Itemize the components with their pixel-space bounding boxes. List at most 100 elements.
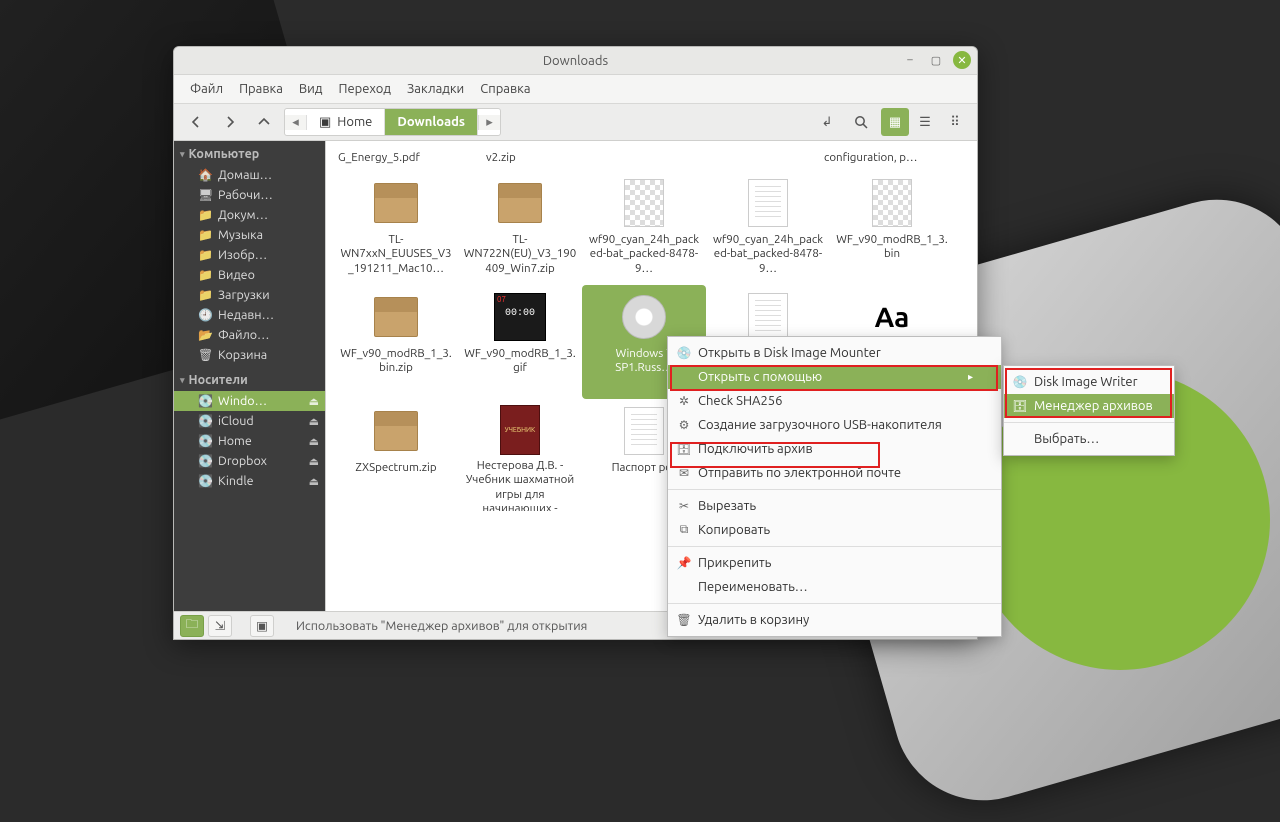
context-item[interactable]: ⧉Копировать [668, 518, 1001, 542]
context-item-label: Создание загрузочного USB-накопителя [698, 418, 942, 432]
sidebar-item[interactable]: 🗑Корзина [174, 345, 325, 365]
file-label: wf90_cyan_24h_packed-bat_packed-8478-9… [586, 233, 702, 276]
context-item-icon: ⚙ [676, 418, 692, 432]
file-item[interactable]: G_Energy_5.pdf [334, 145, 482, 171]
menu-help[interactable]: Справка [474, 80, 536, 98]
path-scroll-left[interactable]: ◂ [285, 115, 307, 130]
sidebar-item[interactable]: 📁Докум… [174, 205, 325, 225]
menu-view[interactable]: Вид [293, 80, 329, 98]
context-item[interactable]: 🗑Удалить в корзину [668, 608, 1001, 632]
sidebar-header-computer[interactable]: Компьютер [174, 143, 325, 165]
file-item[interactable]: ZXSpectrum.zip [334, 399, 458, 513]
file-item[interactable]: WF_v90_modRB_1_3.bin.zip [334, 285, 458, 399]
file-item[interactable]: TL-WN722N(EU)_V3_190409_Win7.zip [458, 171, 582, 285]
path-crumb-current[interactable]: Downloads [385, 109, 478, 135]
sidebar-item[interactable]: 🏠Домаш… [174, 165, 325, 185]
sidebar-item[interactable]: 🕘Недавн… [174, 305, 325, 325]
file-item[interactable]: configuration, p… [820, 145, 968, 171]
sidebar-item[interactable]: 📁Загрузки [174, 285, 325, 305]
sidebar: Компьютер 🏠Домаш…🖥Рабочи…📁Докум…📁Музыка📁… [174, 141, 326, 611]
file-label: configuration, p… [824, 151, 917, 165]
sidebar-item[interactable]: 📂Файло… [174, 325, 325, 345]
status-tree-icon[interactable]: ⇲ [208, 615, 232, 637]
context-item[interactable]: Выбрать… [1004, 427, 1174, 451]
context-item[interactable]: 🗄Подключить архив [668, 437, 1001, 461]
toggle-location-icon[interactable]: ↲ [813, 108, 841, 136]
file-label: WF_v90_modRB_1_3.bin.zip [338, 347, 454, 376]
file-label: G_Energy_5.pdf [338, 151, 420, 165]
view-icons[interactable]: ▦ [881, 108, 909, 136]
sidebar-item-label: Корзина [218, 348, 267, 362]
view-list[interactable]: ☰ [911, 108, 939, 136]
file-label: wf90_cyan_24h_packed-bat_packed-8478-9… [710, 233, 826, 276]
context-item-icon: 📌 [676, 556, 692, 570]
eject-icon[interactable]: ⏏ [309, 435, 319, 448]
context-item[interactable]: Открыть с помощью▸ [668, 365, 1001, 389]
file-item[interactable]: WF_v90_modRB_1_3.gif [458, 285, 582, 399]
sidebar-item[interactable]: 💽Windo…⏏ [174, 391, 325, 411]
context-item[interactable]: Переименовать… [668, 575, 1001, 599]
file-item[interactable]: v2.zip [482, 145, 630, 171]
sidebar-item-icon: 📁 [198, 288, 212, 302]
path-crumb-home[interactable]: ▣ Home [307, 109, 385, 135]
path-scroll-right[interactable]: ▸ [478, 115, 500, 130]
status-places-icon[interactable]: 🗀 [180, 615, 204, 637]
menu-go[interactable]: Переход [332, 80, 397, 98]
sidebar-item[interactable]: 📁Изобр… [174, 245, 325, 265]
file-item[interactable]: WF_v90_modRB_1_3.bin [830, 171, 954, 285]
menu-bookmarks[interactable]: Закладки [401, 80, 470, 98]
file-thumb [369, 405, 423, 457]
search-icon[interactable] [847, 108, 875, 136]
sidebar-item[interactable]: 💽Dropbox⏏ [174, 451, 325, 471]
context-item[interactable]: ✲Check SHA256 [668, 389, 1001, 413]
sidebar-item[interactable]: 🖥Рабочи… [174, 185, 325, 205]
nav-forward[interactable] [216, 108, 244, 136]
window-maximize[interactable]: ▢ [927, 51, 945, 69]
pathbar: ◂ ▣ Home Downloads ▸ [284, 108, 501, 136]
file-label: WF_v90_modRB_1_3.bin [834, 233, 950, 262]
sidebar-item-label: Домаш… [218, 168, 272, 182]
sidebar-item-label: Рабочи… [218, 188, 273, 202]
file-item[interactable]: wf90_cyan_24h_packed-bat_packed-8478-9… [582, 171, 706, 285]
window-minimize[interactable]: – [901, 51, 919, 69]
menu-edit[interactable]: Правка [233, 80, 289, 98]
sidebar-item[interactable]: 📁Видео [174, 265, 325, 285]
context-item-icon: ✉ [676, 466, 692, 480]
sidebar-item-label: Файло… [218, 328, 269, 342]
eject-icon[interactable]: ⏏ [309, 395, 319, 408]
window-close[interactable]: ✕ [953, 51, 971, 69]
eject-icon[interactable]: ⏏ [309, 475, 319, 488]
nav-up[interactable] [250, 108, 278, 136]
sidebar-item[interactable]: 💽Kindle⏏ [174, 471, 325, 491]
context-item[interactable]: 🗄Менеджер архивов [1004, 394, 1174, 418]
sidebar-header-media[interactable]: Носители [174, 369, 325, 391]
titlebar[interactable]: Downloads – ▢ ✕ [174, 47, 977, 75]
context-item-label: Переименовать… [698, 580, 808, 594]
sidebar-item-label: Видео [218, 268, 255, 282]
nav-back[interactable] [182, 108, 210, 136]
sidebar-item[interactable]: 📁Музыка [174, 225, 325, 245]
file-item[interactable]: wf90_cyan_24h_packed-bat_packed-8478-9… [706, 171, 830, 285]
menu-file[interactable]: Файл [184, 80, 229, 98]
context-item[interactable]: 📌Прикрепить [668, 551, 1001, 575]
file-item[interactable]: УЧЕБНИКНестерова Д.В. - Учебник шахматно… [458, 399, 582, 513]
file-label: WF_v90_modRB_1_3.gif [462, 347, 578, 376]
view-compact[interactable]: ⠿ [941, 108, 969, 136]
sidebar-item[interactable]: 💽iCloud⏏ [174, 411, 325, 431]
file-thumb [369, 177, 423, 229]
submenu-arrow-icon: ▸ [950, 371, 973, 383]
context-item[interactable]: ✂Вырезать [668, 494, 1001, 518]
status-extra-icon[interactable]: ▣ [250, 615, 274, 637]
context-item-label: Отправить по электронной почте [698, 466, 901, 480]
context-item[interactable]: ✉ Отправить по электронной почте [668, 461, 1001, 485]
context-item-label: Подключить архив [698, 442, 813, 456]
file-thumb [865, 177, 919, 229]
file-item[interactable]: TL-WN7xxN_EUUSES_V3_191211_Mac10… [334, 171, 458, 285]
eject-icon[interactable]: ⏏ [309, 415, 319, 428]
context-item[interactable]: 💿Disk Image Writer [1004, 370, 1174, 394]
context-item[interactable]: ⚙ Создание загрузочного USB-накопителя [668, 413, 1001, 437]
sidebar-item-label: Музыка [218, 228, 263, 242]
sidebar-item[interactable]: 💽Home⏏ [174, 431, 325, 451]
context-item[interactable]: 💿Открыть в Disk Image Mounter [668, 341, 1001, 365]
eject-icon[interactable]: ⏏ [309, 455, 319, 468]
